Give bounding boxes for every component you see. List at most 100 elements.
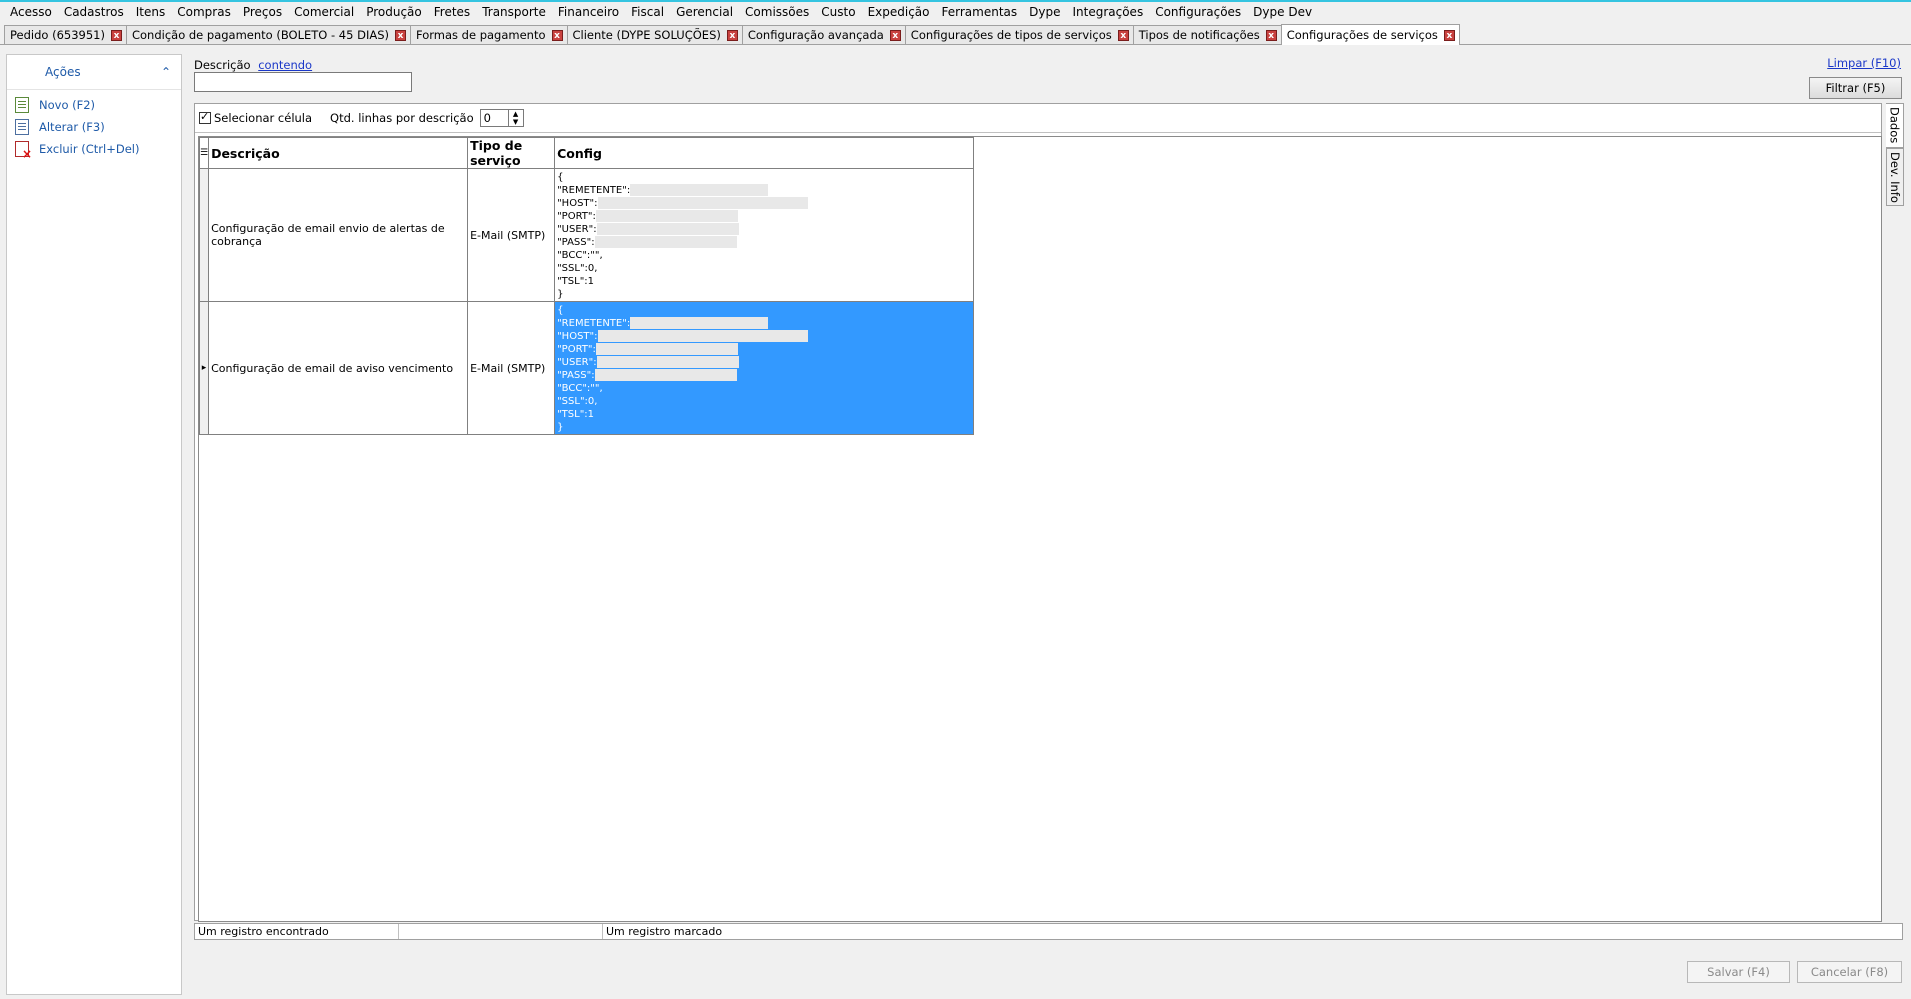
row-indicator-icon [198,168,210,302]
actions-panel: Ações ⌃ Novo (F2) Alterar (F3) Excluir (… [6,54,182,995]
description-filter-label: Descrição contendo [194,58,312,72]
status-middle [399,924,603,939]
column-header-tipo[interactable]: Tipo de serviço [467,137,556,169]
config-line: } [557,288,971,301]
stepper-down-icon[interactable]: ▼ [509,118,523,126]
cell-descricao[interactable]: Configuração de email de aviso venciment… [208,301,469,435]
new-document-icon [15,97,29,113]
document-tab-label: Configuração avançada [747,28,884,42]
close-icon[interactable]: x [1265,29,1277,41]
menu-item-17[interactable]: Integrações [1066,5,1149,19]
config-line-text: "HOST": [557,331,598,342]
menu-item-8[interactable]: Transporte [476,5,552,19]
cell-config[interactable]: {"REMETENTE": "HOST": "PORT": "USER": "PASS"… [554,168,975,302]
clear-filter-link[interactable]: Limpar (F10) [1827,56,1901,70]
chevron-up-icon[interactable]: ⌃ [161,65,171,79]
menu-item-6[interactable]: Produção [360,5,428,19]
stepper-up-icon[interactable]: ▲ [509,110,523,118]
cell-descricao[interactable]: Configuração de email envio de alertas d… [208,168,469,302]
table-row[interactable]: ▸ Configuração de email de aviso vencimen… [198,301,975,435]
config-line-text: "USER": [557,357,597,368]
save-button[interactable]: Salvar (F4) [1687,961,1790,983]
config-line: "PORT": [557,210,971,223]
filter-button[interactable]: Filtrar (F5) [1809,77,1902,99]
config-line-text: "TSL":1 [557,276,595,287]
config-line-text: "REMETENTE": [557,185,631,196]
tab-dados-label: Dados [1887,107,1902,144]
tab-dev-info[interactable]: Dev. Info [1886,148,1904,206]
menu-item-4[interactable]: Preços [237,5,288,19]
delete-button[interactable]: Excluir (Ctrl+Del) [7,138,181,161]
delete-document-icon [15,141,32,161]
menu-item-2[interactable]: Itens [130,5,171,19]
actions-panel-header[interactable]: Ações ⌃ [7,55,181,90]
close-icon[interactable]: x [726,29,738,41]
menu-item-19[interactable]: Dype Dev [1247,5,1318,19]
cell-tipo-servico[interactable]: E-Mail (SMTP) [467,168,556,302]
menu-item-9[interactable]: Financeiro [552,5,625,19]
column-header-config[interactable]: Config [554,137,975,169]
menu-item-3[interactable]: Compras [171,5,237,19]
config-line: "REMETENTE": [557,317,971,330]
document-tab-1[interactable]: Condição de pagamento (BOLETO - 45 DIAS)… [125,25,411,44]
menu-item-14[interactable]: Expedição [862,5,936,19]
config-line: "BCC":"", [557,382,971,395]
close-icon[interactable]: x [551,29,563,41]
config-line: "USER": [557,356,971,369]
cell-tipo-servico[interactable]: E-Mail (SMTP) [467,301,556,435]
menu-item-10[interactable]: Fiscal [625,5,670,19]
menu-item-5[interactable]: Comercial [288,5,360,19]
column-header-descricao[interactable]: Descrição [208,137,469,169]
document-tab-0[interactable]: Pedido (653951) x [4,25,127,44]
close-icon[interactable]: x [1117,29,1129,41]
lines-per-description-value[interactable]: 0 [481,110,508,126]
redacted-value [595,210,738,222]
config-line: "PORT": [557,343,971,356]
config-line: "HOST": [557,197,971,210]
close-icon[interactable]: x [395,29,406,41]
config-line-text: "USER": [557,224,597,235]
menu-item-18[interactable]: Configurações [1149,5,1247,19]
delete-button-label: Excluir (Ctrl+Del) [39,142,140,156]
redacted-value [594,369,737,381]
status-marked: Um registro marcado [606,925,723,938]
config-line-text: "PASS": [557,370,595,381]
lines-per-description-stepper[interactable]: 0 ▲ ▼ [479,109,524,127]
config-line: "TSL":1 [557,275,971,288]
data-grid[interactable]: ☰ Descrição Tipo de serviço Config Confi… [198,136,1882,922]
close-icon[interactable]: x [110,29,122,41]
document-tab-label: Configurações de serviços [1286,28,1438,42]
document-tab-5[interactable]: Configurações de tipos de serviços x [904,25,1134,44]
menu-item-12[interactable]: Comissões [739,5,815,19]
menu-item-1[interactable]: Cadastros [58,5,130,19]
select-cell-checkbox[interactable] [199,110,211,124]
column-chooser-icon[interactable]: ☰ [198,137,210,169]
cancel-button[interactable]: Cancelar (F8) [1797,961,1902,983]
menu-item-0[interactable]: Acesso [4,5,58,19]
redacted-value [597,197,808,209]
edit-button[interactable]: Alterar (F3) [7,116,181,138]
new-button[interactable]: Novo (F2) [7,94,181,116]
tab-dev-info-label: Dev. Info [1888,151,1902,203]
config-line-text: } [557,289,564,300]
tab-dados[interactable]: Dados [1886,103,1904,148]
menu-item-13[interactable]: Custo [815,5,861,19]
menu-item-7[interactable]: Fretes [428,5,476,19]
document-tab-3[interactable]: Cliente (DYPE SOLUÇÕES) x [566,25,743,44]
cell-config[interactable]: {"REMETENTE": "HOST": "PORT": "USER": "PASS"… [554,301,975,435]
document-tab-label: Pedido (653951) [10,28,105,42]
table-row[interactable]: Configuração de email envio de alertas d… [198,168,975,302]
description-input[interactable] [194,72,412,92]
close-icon[interactable]: x [889,29,901,41]
close-icon[interactable]: x [1443,29,1455,41]
menu-item-15[interactable]: Ferramentas [936,5,1024,19]
document-tab-7[interactable]: Configurações de serviços x [1280,24,1460,45]
menu-item-11[interactable]: Gerencial [670,5,739,19]
document-tab-6[interactable]: Tipos de notificações x [1132,25,1282,44]
document-tab-2[interactable]: Formas de pagamento x [410,25,568,44]
config-line: "HOST": [557,330,971,343]
filter-mode-link[interactable]: contendo [258,58,312,72]
menu-item-16[interactable]: Dype [1023,5,1066,19]
status-bar: Um registro encontrado Um registro marca… [194,923,1903,940]
document-tab-4[interactable]: Configuração avançada x [741,25,906,44]
